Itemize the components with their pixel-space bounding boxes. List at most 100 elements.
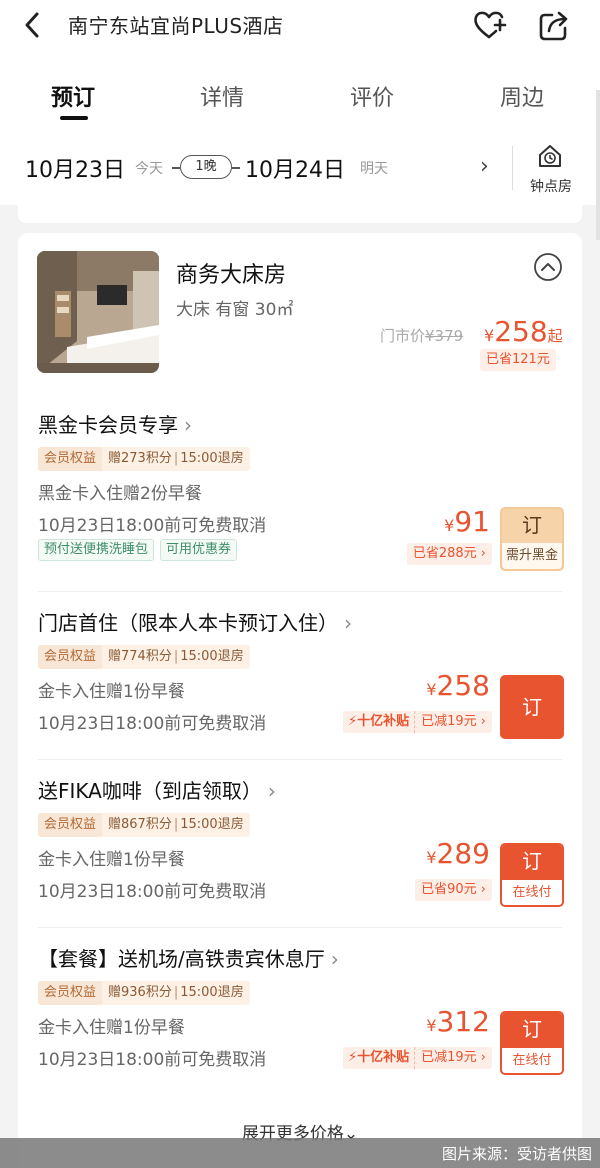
book-button[interactable]: 订 <box>500 675 564 739</box>
chevron-up-circle-icon <box>534 253 562 281</box>
nights-badge: 1晚 <box>180 155 232 179</box>
room-name: 商务大床房 <box>176 263 287 288</box>
chevron-right-icon: › <box>344 611 352 635</box>
breakfast-info: 金卡入住赠1份早餐 <box>38 1018 185 1038</box>
divider <box>512 146 513 190</box>
currency-symbol: ¥ <box>484 326 495 345</box>
rate-plan[interactable]: 送FIKA咖啡（到店领取） › 会员权益 赠867积分 | 15:00退房 金卡入住赠… <box>18 759 582 927</box>
book-label: 订 <box>502 1013 562 1048</box>
cancel-policy: 10月23日18:00前可免费取消 <box>38 882 267 902</box>
subsidy-label: ⚡十亿补贴 <box>347 1050 410 1065</box>
points-checkout-tag: 赠774积分 | 15:00退房 <box>102 645 250 669</box>
favorite-button[interactable] <box>470 6 508 44</box>
share-button[interactable] <box>535 7 573 45</box>
room-price-value: 258 <box>494 315 548 348</box>
side-scroll-edge <box>596 90 600 240</box>
tab-booking[interactable]: 预订 <box>51 80 95 112</box>
room-card: 商务大床房 大床 有窗 30㎡ 门市价¥379 ¥258起 已省121元 黑金卡… <box>18 233 582 1168</box>
hotel-title: 南宁东站宜尚PLUS酒店 <box>68 14 284 38</box>
chevron-left-icon <box>25 12 39 38</box>
plan-title[interactable]: 【套餐】送机场/高铁贵宾休息厅 › <box>38 943 339 972</box>
points-tag: 赠936积分 <box>108 985 172 1000</box>
rate-plan[interactable]: 门店首住（限本人本卡预订入住） › 会员权益 赠774积分 | 15:00退房 金卡入… <box>18 591 582 759</box>
collapse-button[interactable] <box>532 251 564 283</box>
list-price-label: 门市价 <box>380 327 426 345</box>
chevron-right-icon[interactable]: › <box>480 154 489 179</box>
points-tag: 赠774积分 <box>108 649 172 664</box>
checkin-date[interactable]: 10月23日 <box>25 152 125 184</box>
date-selector[interactable]: 10月23日 今天 1晚 10月24日 明天 › 钟点房 <box>0 140 600 200</box>
clock-house-icon <box>539 145 561 167</box>
plan-price-value: 312 <box>436 1005 490 1038</box>
book-button[interactable]: 订 在线付 <box>500 1011 564 1075</box>
image-source-bar: 图片来源：受访者供图 <box>0 1138 600 1168</box>
subsidy-label: ⚡十亿补贴 <box>347 714 410 729</box>
member-benefit-tags: 会员权益 赠774积分 | 15:00退房 <box>38 645 250 669</box>
nights-dash-left <box>172 167 180 169</box>
chevron-right-icon: › <box>267 779 276 803</box>
book-label: 订 <box>502 845 562 880</box>
currency-symbol: ¥ <box>426 680 437 699</box>
checkout-tag: 15:00退房 <box>180 649 244 664</box>
member-benefit-tag: 会员权益 <box>38 981 103 1005</box>
plan-price-value: 289 <box>436 837 490 870</box>
member-benefit-tags: 会员权益 赠867积分 | 15:00退房 <box>38 813 250 837</box>
checkout-tag: 15:00退房 <box>180 817 244 832</box>
book-label: 订 <box>522 695 542 719</box>
rate-plan[interactable]: 黑金卡会员专享 › 会员权益 赠273积分 | 15:00退房 黑金卡入住赠2份早餐 … <box>18 393 582 571</box>
plan-title-text: 【套餐】送机场/高铁贵宾休息厅 <box>38 947 325 971</box>
subsidy-badge: ⚡十亿补贴 已减19元 › <box>342 711 492 733</box>
member-benefit-tag: 会员权益 <box>38 813 103 837</box>
plan-title[interactable]: 黑金卡会员专享 › <box>38 409 192 438</box>
plan-price: ¥91 <box>444 505 490 538</box>
subsidy-off: 已减19元 › <box>414 711 492 733</box>
saved-badge: 已省288元 › <box>406 543 492 565</box>
tab-details[interactable]: 详情 <box>200 80 244 112</box>
plan-price-value: 258 <box>436 669 490 702</box>
plan-price: ¥289 <box>426 837 490 870</box>
previous-card-edge <box>18 205 582 223</box>
room-saved-badge: 已省121元 <box>480 349 556 371</box>
checkout-tag: 15:00退房 <box>180 985 244 1000</box>
divider <box>38 591 562 592</box>
heart-plus-icon <box>474 11 507 39</box>
back-button[interactable] <box>18 10 48 40</box>
rate-plan[interactable]: 【套餐】送机场/高铁贵宾休息厅 › 会员权益 赠936积分 | 15:00退房 金卡入… <box>18 927 582 1095</box>
hourly-room-button[interactable]: 钟点房 <box>522 140 586 200</box>
plan-title[interactable]: 门店首住（限本人本卡预订入住） › <box>38 607 352 636</box>
room-photo[interactable] <box>37 251 159 373</box>
points-checkout-tag: 赠273积分 | 15:00退房 <box>102 447 250 471</box>
checkout-sub: 明天 <box>360 161 388 177</box>
room-photo-image <box>37 251 159 373</box>
active-tab-indicator <box>60 116 88 120</box>
cancel-policy: 10月23日18:00前可免费取消 <box>38 516 267 536</box>
plan-title-text: 黑金卡会员专享 <box>38 413 178 437</box>
upgrade-required-label: 需升黑金 <box>502 543 562 569</box>
tab-nearby[interactable]: 周边 <box>500 80 544 112</box>
tab-reviews[interactable]: 评价 <box>350 80 394 112</box>
promo-tags: 预付送便携洗睡包 可用优惠券 <box>38 539 238 561</box>
promo-tag: 可用优惠券 <box>160 539 238 561</box>
price-suffix: 起 <box>547 327 563 345</box>
points-checkout-tag: 赠867积分 | 15:00退房 <box>102 813 250 837</box>
subsidy-off: 已减19元 › <box>414 1047 492 1069</box>
list-price-value: ¥379 <box>425 327 464 345</box>
plan-price-value: 91 <box>454 505 490 538</box>
checkin-sub: 今天 <box>135 161 163 177</box>
chevron-right-icon: › <box>330 947 339 971</box>
points-checkout-tag: 赠936积分 | 15:00退房 <box>102 981 250 1005</box>
nights-dash-right <box>232 167 240 169</box>
plan-price: ¥312 <box>426 1005 490 1038</box>
room-header[interactable]: 商务大床房 大床 有窗 30㎡ 门市价¥379 ¥258起 已省121元 <box>18 233 582 393</box>
share-icon <box>539 11 568 41</box>
book-button[interactable]: 订 需升黑金 <box>500 507 564 571</box>
pay-online-label: 在线付 <box>502 880 562 905</box>
book-button[interactable]: 订 在线付 <box>500 843 564 907</box>
plan-title[interactable]: 送FIKA咖啡（到店领取） › <box>38 775 276 804</box>
member-benefit-tags: 会员权益 赠273积分 | 15:00退房 <box>38 447 250 471</box>
member-benefit-tag: 会员权益 <box>38 645 103 669</box>
room-description: 大床 有窗 30㎡ <box>176 300 294 320</box>
checkout-date[interactable]: 10月24日 <box>245 152 345 184</box>
currency-symbol: ¥ <box>426 1016 437 1035</box>
plan-title-text: 门店首住（限本人本卡预订入住） <box>38 611 338 635</box>
